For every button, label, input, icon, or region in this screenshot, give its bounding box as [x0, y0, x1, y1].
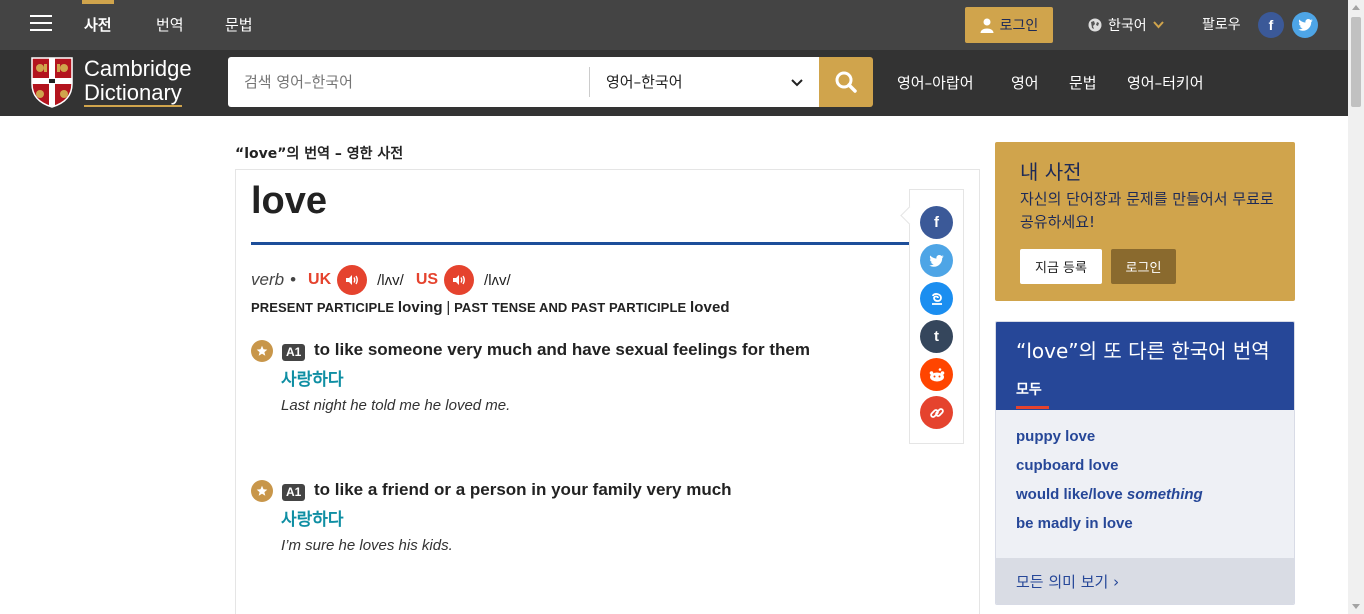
headword: love: [251, 180, 328, 222]
globe-icon: [1088, 18, 1102, 32]
facebook-icon[interactable]: f: [920, 206, 953, 239]
headword-divider: [251, 242, 909, 245]
cambridge-crest-icon: [31, 57, 73, 108]
my-dictionary-description: 자신의 단어장과 문제를 만들어서 무료로 공유하세요!: [1020, 190, 1274, 231]
pronunciation-line: verb • UK /lʌv/ US /lʌv/: [251, 265, 511, 295]
search-icon: [835, 71, 857, 93]
translation: 사랑하다: [281, 510, 344, 530]
delicious-icon[interactable]: [920, 282, 953, 315]
more-translations-title: “love”의 또 다른 한국어 번역: [1016, 339, 1270, 363]
signup-button[interactable]: 지금 등록: [1020, 249, 1102, 284]
list-item[interactable]: would like/love something: [1016, 486, 1203, 503]
scroll-up-icon[interactable]: [1352, 5, 1360, 10]
speaker-icon: [453, 275, 465, 285]
dictionary-select[interactable]: 영어–한국어: [606, 57, 811, 107]
inflection-form: loved: [689, 299, 730, 316]
header-link-english-turkish[interactable]: 영어–터키어: [1127, 50, 1204, 116]
nav-grammar[interactable]: 문법: [225, 0, 253, 50]
list-item[interactable]: puppy love: [1016, 428, 1095, 445]
star-icon[interactable]: [251, 340, 273, 362]
cambridge-logo[interactable]: Cambridge Dictionary: [30, 56, 192, 108]
reddit-icon[interactable]: [920, 358, 953, 391]
login-button[interactable]: 로그인: [965, 7, 1053, 43]
language-label: 한국어: [1108, 18, 1147, 34]
share-bar: f t: [909, 189, 964, 444]
chevron-right-icon: ›: [1113, 573, 1120, 591]
search-button[interactable]: [819, 57, 873, 107]
search-divider: [589, 67, 590, 97]
user-icon: [980, 18, 994, 33]
search-input[interactable]: [228, 57, 590, 107]
link-icon[interactable]: [920, 396, 953, 429]
list-item[interactable]: be madly in love: [1016, 515, 1133, 532]
more-translations-panel: “love”의 또 다른 한국어 번역 모두 puppy love cupboa…: [995, 321, 1295, 605]
menu-icon[interactable]: [30, 15, 52, 33]
language-selector[interactable]: 한국어: [1088, 0, 1164, 50]
bullet-separator: •: [290, 270, 297, 289]
top-navigation-bar: 사전 번역 문법 로그인 한국어 팔로우 f: [0, 0, 1348, 50]
twitter-icon[interactable]: [1292, 12, 1318, 38]
header-link-english[interactable]: 영어: [1011, 50, 1039, 116]
nav-translate[interactable]: 번역: [156, 0, 184, 50]
example-sentence: Last night he told me he loved me.: [281, 397, 511, 414]
more-translations-header: “love”의 또 다른 한국어 번역 모두: [996, 322, 1294, 410]
logo-line2: Dictionary: [84, 80, 182, 107]
translation: 사랑하다: [281, 370, 344, 390]
page-scrollbar[interactable]: [1348, 0, 1364, 614]
logo-line1: Cambridge: [84, 56, 192, 81]
site-header: Cambridge Dictionary 영어–한국어 영어–아랍어 영어 문법…: [0, 50, 1348, 116]
speaker-icon: [346, 275, 359, 285]
inflection-form: loving: [397, 299, 443, 316]
us-audio-button[interactable]: [444, 265, 475, 295]
part-of-speech: verb: [251, 270, 285, 289]
chevron-down-icon: [791, 57, 803, 107]
facebook-icon[interactable]: f: [1258, 12, 1284, 38]
nav-dictionary[interactable]: 사전: [82, 0, 114, 50]
follow-label: 팔로우: [1202, 17, 1241, 33]
more-translations-list: puppy love cupboard love would like/love…: [996, 410, 1294, 558]
inflection-label: PAST TENSE AND PAST PARTICIPLE: [454, 300, 687, 315]
us-label: US: [415, 271, 439, 288]
tab-all[interactable]: 모두: [1016, 379, 1042, 399]
dictionary-select-value: 영어–한국어: [606, 73, 683, 91]
login-label: 로그인: [999, 18, 1039, 34]
list-item[interactable]: cupboard love: [1016, 457, 1119, 474]
see-all-footer: 모든 의미 보기 ›: [996, 558, 1294, 604]
list-item-italic: something: [1126, 486, 1203, 503]
definition: to like someone very much and have sexua…: [314, 340, 810, 359]
tumblr-icon[interactable]: t: [920, 320, 953, 353]
login-button[interactable]: 로그인: [1111, 249, 1176, 284]
scroll-down-icon[interactable]: [1352, 604, 1360, 609]
page-title: “love”의 번역 – 영한 사전: [235, 146, 404, 162]
my-dictionary-panel: 내 사전 자신의 단어장과 문제를 만들어서 무료로 공유하세요! 지금 등록 …: [995, 142, 1295, 301]
inflection-label: PRESENT PARTICIPLE: [251, 300, 395, 315]
tab-active-indicator: [1016, 406, 1049, 409]
my-dictionary-title: 내 사전: [1020, 160, 1082, 184]
star-icon[interactable]: [251, 480, 273, 502]
example-sentence: I’m sure he loves his kids.: [281, 537, 453, 554]
header-link-english-arabic[interactable]: 영어–아랍어: [897, 50, 974, 116]
us-ipa: /lʌv/: [484, 271, 511, 289]
see-all-meanings-link[interactable]: 모든 의미 보기 ›: [1016, 571, 1119, 592]
uk-ipa: /lʌv/: [377, 271, 404, 289]
scrollbar-thumb[interactable]: [1351, 17, 1361, 107]
chevron-down-icon: [1152, 21, 1164, 29]
level-badge: A1: [282, 344, 306, 361]
level-badge: A1: [282, 484, 306, 501]
inflection-separator: |: [446, 299, 451, 316]
uk-audio-button[interactable]: [337, 265, 368, 295]
header-link-grammar[interactable]: 문법: [1069, 50, 1097, 116]
uk-label: UK: [308, 271, 332, 288]
inflections: PRESENT PARTICIPLE loving | PAST TENSE A…: [251, 299, 730, 316]
search-box: 영어–한국어: [228, 57, 819, 107]
definition: to like a friend or a person in your fam…: [314, 480, 732, 499]
twitter-icon[interactable]: [920, 244, 953, 277]
